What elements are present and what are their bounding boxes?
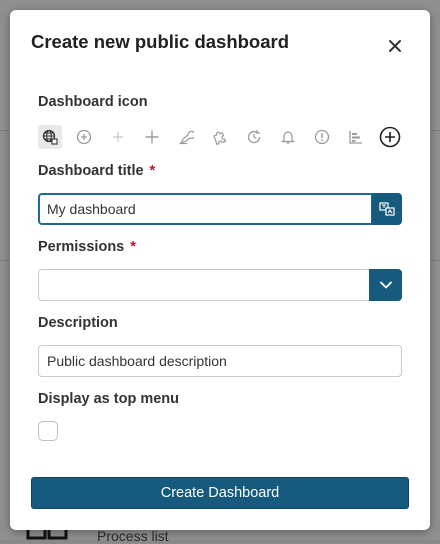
top-menu-checkbox[interactable] [38,421,58,441]
bell-icon[interactable] [276,125,300,149]
permissions-dropdown-button[interactable] [369,269,402,301]
globe-network-icon[interactable] [38,125,62,149]
modal-title: Create new public dashboard [31,31,290,52]
dashboard-icon-label: Dashboard icon [38,94,148,110]
permissions-label: Permissions * [38,239,136,255]
background-divider [0,260,10,261]
create-dashboard-modal: Create new public dashboard Dashboard ic… [10,10,430,530]
dashboard-title-input[interactable] [38,193,373,225]
description-label: Description [38,315,118,331]
top-menu-label: Display as top menu [38,391,180,407]
background-divider [430,260,440,261]
translate-button[interactable] [372,193,402,225]
background-divider [0,130,10,131]
required-mark: * [130,239,136,255]
chevron-down-icon [379,281,392,289]
map-pin-icon[interactable] [174,125,198,149]
required-mark: * [149,163,156,179]
add-circle-bold-icon[interactable] [378,125,402,149]
permissions-select[interactable] [38,269,370,301]
puzzle-icon[interactable] [208,125,232,149]
plus-icon[interactable] [140,125,164,149]
dashboard-title-label: Dashboard title * [38,163,156,179]
description-input[interactable] [38,345,402,377]
background-item-label: Process list [97,528,169,544]
bar-chart-icon[interactable] [344,125,368,149]
add-circle-icon[interactable] [72,125,96,149]
clock-refresh-icon[interactable] [242,125,266,149]
translate-icon [379,202,395,216]
plus-thin-icon[interactable] [106,125,130,149]
create-dashboard-button[interactable]: Create Dashboard [31,477,409,509]
close-icon[interactable] [384,35,406,57]
background-divider [430,130,440,131]
info-circle-icon[interactable] [310,125,334,149]
